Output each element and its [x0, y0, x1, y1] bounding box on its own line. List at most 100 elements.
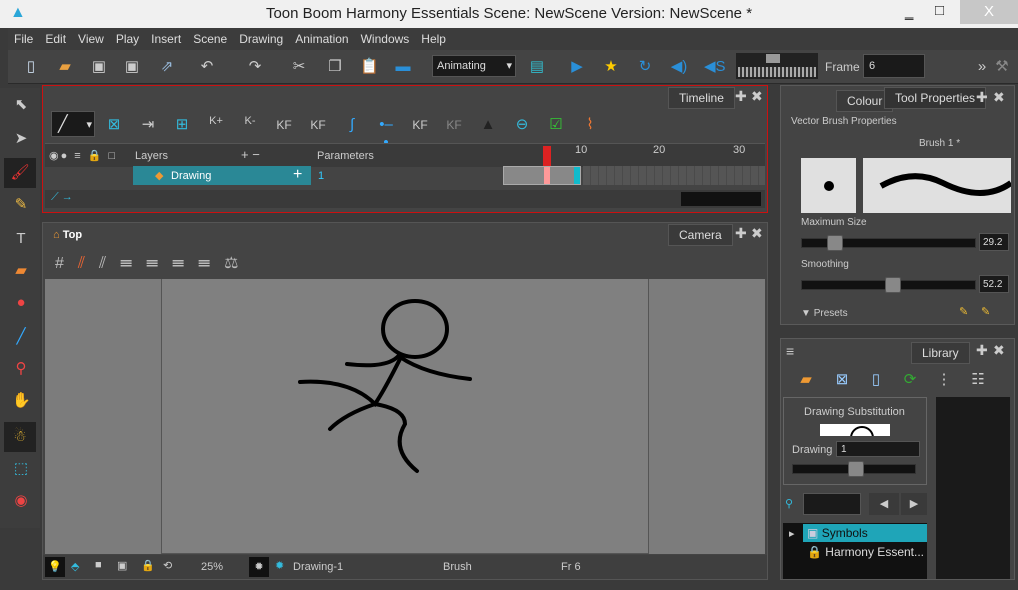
playhead[interactable]	[543, 146, 551, 166]
onion-skin-icon[interactable]: ◉	[12, 492, 30, 510]
brush-icon[interactable]: 🖌	[4, 158, 36, 188]
tab-library[interactable]: Library	[911, 342, 970, 364]
list-view-icon[interactable]: ☷	[969, 371, 987, 389]
tree-view-icon[interactable]: ⋮	[935, 371, 953, 389]
mode-dropdown[interactable]: Animating ▾	[432, 55, 516, 77]
add-keyframe-drawing-icon[interactable]: ⊞	[173, 116, 191, 134]
close-button[interactable]: X	[960, 0, 1018, 24]
new-scene-icon[interactable]: ▯	[22, 58, 40, 76]
animate-icon[interactable]: ☃	[4, 422, 36, 452]
remove-key-icon[interactable]: K-	[241, 112, 259, 130]
field-guide-icon[interactable]: ▣	[117, 559, 127, 572]
max-size-value[interactable]: 29.2	[979, 233, 1009, 251]
close-view-icon[interactable]: ✖	[751, 225, 763, 242]
library-x-icon[interactable]: ⊠	[833, 371, 851, 389]
add-keyframe-icon[interactable]: KF	[275, 116, 293, 134]
checkbox-icon[interactable]: ☑	[547, 116, 565, 134]
sound-icon[interactable]: ◀)	[670, 58, 688, 76]
export-icon[interactable]: ⇗	[158, 58, 176, 76]
menu-animation[interactable]: Animation	[289, 28, 354, 50]
pencil-mode-icon[interactable]: ⟋ →	[51, 191, 73, 204]
smoothing-value[interactable]: 52.2	[979, 275, 1009, 293]
open-folder-icon[interactable]: ▰	[56, 58, 74, 76]
empty-cells[interactable]	[583, 166, 765, 185]
clapper-icon[interactable]: ▬	[394, 58, 412, 76]
add-view-icon[interactable]: ✚	[735, 225, 747, 242]
tab-timeline[interactable]: Timeline	[668, 87, 735, 109]
zoom-timeline-icon[interactable]: ⊖	[513, 116, 531, 134]
reset-view-icon[interactable]: ⟲	[163, 559, 172, 572]
paint-icon[interactable]: ●	[12, 294, 30, 312]
redo-icon[interactable]: ↷	[246, 58, 264, 76]
menu-view[interactable]: View	[72, 28, 110, 50]
stop-motion-icon[interactable]: •–•	[377, 116, 395, 151]
add-layer-icon[interactable]: + −	[241, 147, 260, 162]
open-folder-icon[interactable]: ▰	[797, 371, 815, 389]
presets-toggle[interactable]: ▼ Presets	[801, 308, 848, 319]
add-view-icon[interactable]: ✚	[976, 89, 988, 106]
expand-icon[interactable]: ▸	[789, 527, 795, 540]
tree-item-harmony[interactable]: 🔒 Harmony Essent...	[803, 543, 927, 561]
menu-help[interactable]: Help	[415, 28, 452, 50]
loop-icon[interactable]: ↻	[636, 58, 654, 76]
more-tools-icon[interactable]: »	[973, 58, 991, 76]
drawing-canvas[interactable]	[45, 279, 765, 554]
paste-icon[interactable]: 📋	[360, 58, 379, 76]
expand-layer-icon[interactable]: +	[293, 166, 302, 184]
new-preset-icon[interactable]: ✎	[959, 305, 968, 318]
brush-preset-dropdown[interactable]: ╱ ▾	[51, 111, 95, 137]
layer-row-drawing[interactable]: ◆ Drawing +	[133, 166, 311, 185]
line-icon[interactable]: ╱	[12, 328, 30, 346]
hammer-icon[interactable]: ⚒	[993, 58, 1011, 76]
library-contents[interactable]	[936, 397, 1010, 579]
search-input[interactable]	[803, 493, 861, 515]
save-as-icon[interactable]: ▣	[123, 58, 141, 76]
previous-button[interactable]: ◀	[869, 493, 899, 515]
light-table-icon[interactable]: 💡	[45, 557, 65, 577]
transform-icon[interactable]: ⬚	[12, 460, 30, 478]
pencil-icon[interactable]: ✎	[12, 196, 30, 214]
tree-item-symbols[interactable]: ▣ Symbols	[803, 524, 927, 542]
previous-keyframe-icon[interactable]: KF	[411, 116, 429, 134]
drawing-input[interactable]: 1	[836, 441, 920, 457]
sound-scrub-icon[interactable]: ◀S	[704, 58, 726, 76]
menu-drawing[interactable]: Drawing	[233, 28, 289, 50]
next-button[interactable]: ▶	[901, 493, 927, 515]
close-view-icon[interactable]: ✖	[751, 88, 763, 105]
play-selection-icon[interactable]: ★	[602, 58, 620, 76]
text-icon[interactable]: T	[12, 230, 30, 248]
tab-camera[interactable]: Camera	[668, 224, 733, 246]
exposure-cells[interactable]	[503, 166, 581, 185]
remove-keyframe-icon[interactable]: KF	[309, 116, 327, 134]
playback-speed-slider[interactable]	[736, 53, 818, 79]
eraser-icon[interactable]: ▰	[12, 262, 30, 280]
save-icon[interactable]: ▣	[90, 58, 108, 76]
onion-icon[interactable]: ⬘	[71, 560, 79, 573]
add-view-icon[interactable]: ✚	[976, 342, 988, 359]
frame-input[interactable]: 6	[863, 54, 925, 78]
next-keyframe-icon[interactable]: KF	[445, 116, 463, 134]
motion-curve-icon[interactable]: ∫	[343, 116, 361, 134]
substitution-slider[interactable]	[792, 461, 916, 477]
menu-edit[interactable]: Edit	[39, 28, 72, 50]
menu-windows[interactable]: Windows	[355, 28, 416, 50]
undo-icon[interactable]: ↶	[198, 58, 216, 76]
menu-play[interactable]: Play	[110, 28, 145, 50]
ease-icon[interactable]: ⌇	[581, 116, 599, 134]
select-icon[interactable]: ⬉	[12, 96, 30, 114]
smoothing-slider[interactable]	[801, 277, 976, 293]
add-key-icon[interactable]: K+	[207, 112, 225, 130]
zoom-level[interactable]: 25%	[201, 561, 223, 573]
view-icon[interactable]: ▤	[528, 58, 546, 76]
refresh-icon[interactable]: ⟳	[901, 371, 919, 389]
play-icon[interactable]: ▶	[568, 58, 586, 76]
timeline-scrollbar[interactable]	[681, 192, 761, 206]
menu-icon[interactable]: ≡	[786, 343, 794, 359]
new-template-icon[interactable]: ▯	[867, 371, 885, 389]
hand-icon[interactable]: ✋	[12, 392, 31, 410]
max-size-slider[interactable]	[801, 235, 976, 251]
camera-toolbar[interactable]: #⫽⫽☰☰☰☰⚖	[55, 253, 253, 273]
minimize-button[interactable]: ‗	[905, 4, 913, 21]
add-drawing-icon[interactable]: ⊠	[105, 116, 123, 134]
contour-editor-icon[interactable]: ➤	[12, 130, 30, 148]
